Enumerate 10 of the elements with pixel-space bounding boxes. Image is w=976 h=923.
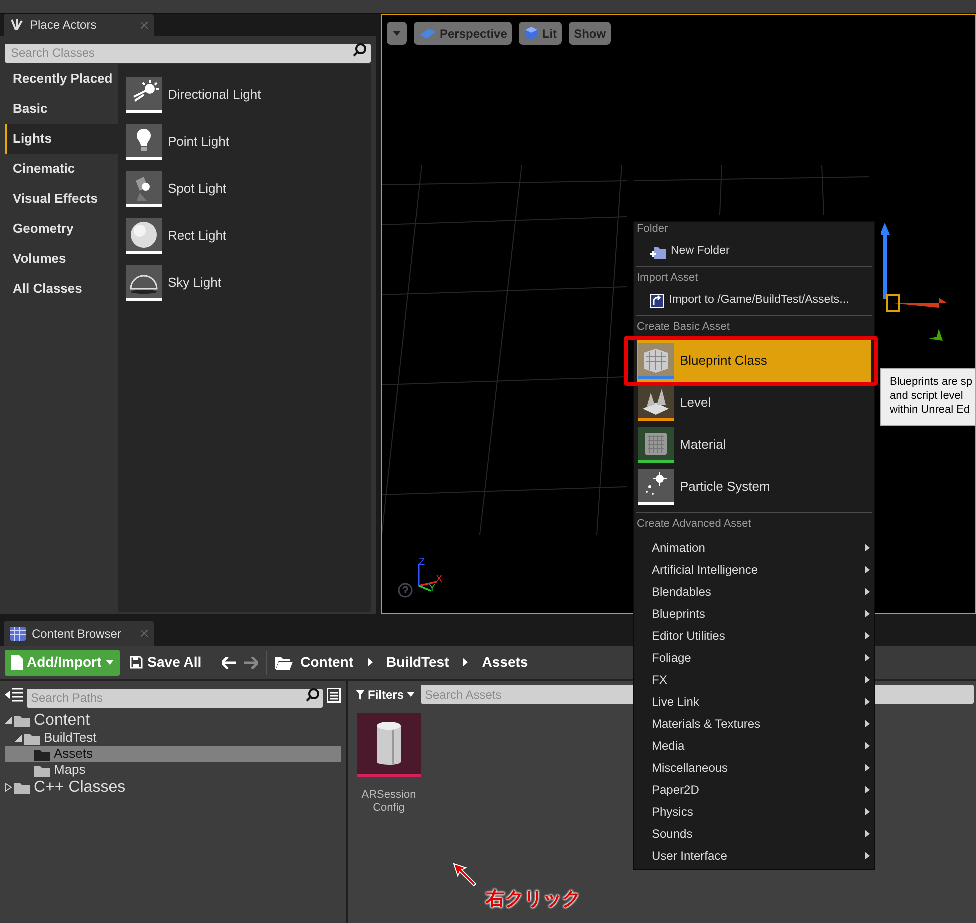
axis-label: Z [419, 558, 426, 568]
tooltip: Blueprints are sp and script level within Unreal Ed [880, 368, 976, 426]
asset-label: ARSession Config [360, 789, 418, 815]
menu-heading: Folder [636, 222, 670, 236]
menu-heading: Create Advanced Asset [636, 517, 752, 531]
menu-heading: Import Asset [636, 271, 700, 285]
axis-label: X [436, 575, 443, 585]
annotation-text: 右クリック [486, 887, 581, 912]
menu-heading: Create Basic Asset [636, 320, 731, 334]
axis-label: Y [429, 584, 436, 594]
